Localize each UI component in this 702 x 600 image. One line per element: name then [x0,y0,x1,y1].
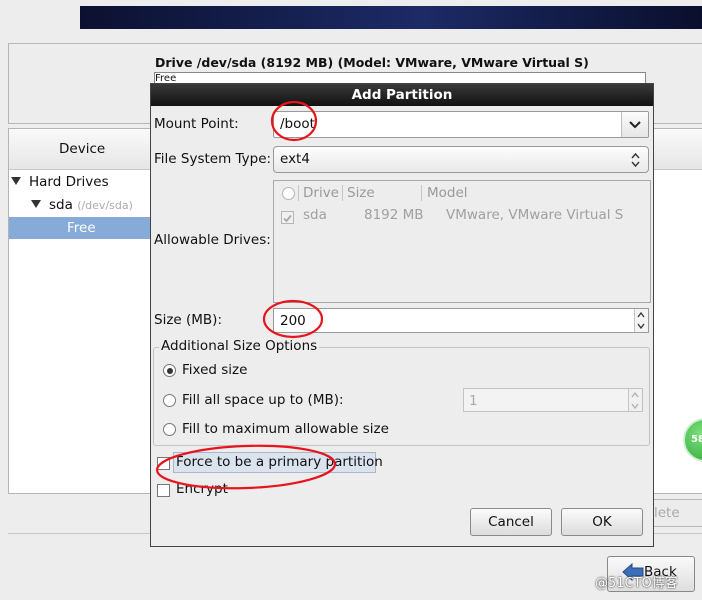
select-arrows-icon [631,152,640,168]
delete-button[interactable]: lete [652,499,702,527]
size-stepper[interactable] [634,309,648,332]
increment-icon[interactable] [637,312,645,318]
cancel-button[interactable]: Cancel [470,508,552,536]
tree-item-hard-drives[interactable]: Hard Drives [11,171,109,193]
drive-name: sda [303,207,327,223]
mount-point-value: /boot [280,116,315,132]
size-spinbox[interactable]: 200 [273,308,649,333]
decrement-icon[interactable] [637,323,645,329]
checkmark-icon [283,214,292,223]
top-banner [80,6,702,29]
fixed-size-label[interactable]: Fixed size [182,362,247,378]
size-value: 200 [280,313,306,329]
size-options-legend: Additional Size Options [159,338,320,354]
drive-checkbox[interactable] [281,211,294,224]
dialog-title: Add Partition [151,84,653,106]
file-system-type-label: File System Type: [154,151,272,167]
force-primary-label[interactable]: Force to be a primary partition [176,454,383,470]
chevron-down-icon[interactable] [621,112,648,137]
fill-max-radio[interactable] [163,423,176,436]
tree-item-sda[interactable]: sda (/dev/sda) [31,194,133,216]
drive-size: 8192 MB [364,207,424,223]
expander-down-icon[interactable] [11,177,21,185]
fill-up-to-spinbox[interactable]: 1 [463,388,643,412]
allowable-drives-table[interactable]: Drive Size Model sda 8192 MB VMware, VMw… [273,180,651,303]
column-header-drive[interactable]: Drive [303,181,339,205]
force-primary-checkbox[interactable] [157,457,170,470]
drive-title: Drive /dev/sda (8192 MB) (Model: VMware,… [155,55,589,70]
file-system-type-value: ext4 [280,151,310,167]
allowable-drives-label: Allowable Drives: [154,232,271,248]
fill-up-to-value: 1 [469,393,478,409]
mount-point-combo[interactable]: /boot [273,111,649,138]
ok-button[interactable]: OK [561,508,643,536]
watermark: @51CTO博客 [595,576,678,591]
tree-item-free[interactable]: Free [9,217,152,239]
fill-up-to-label[interactable]: Fill all space up to (MB): [182,392,344,408]
encrypt-checkbox[interactable] [157,484,170,497]
fill-up-to-radio[interactable] [163,394,176,407]
fill-up-to-stepper[interactable] [628,389,642,411]
column-header[interactable] [653,129,702,170]
column-header-model[interactable]: Model [427,181,468,205]
device-column-header[interactable]: Device [9,129,152,170]
decrement-icon[interactable] [631,403,639,409]
expander-down-icon[interactable] [31,200,41,208]
column-header-size[interactable]: Size [347,181,375,205]
encrypt-label[interactable]: Encrypt [176,481,228,497]
fixed-size-radio[interactable] [163,364,176,377]
file-system-type-select[interactable]: ext4 [273,146,649,173]
tree-item-sda-path: (/dev/sda) [77,199,133,212]
size-label: Size (MB): [154,312,222,328]
drive-model: VMware, VMware Virtual S [446,207,624,223]
column-select-radio [282,187,295,200]
increment-icon[interactable] [631,392,639,398]
mount-point-label: Mount Point: [154,116,239,132]
fill-max-label[interactable]: Fill to maximum allowable size [182,421,389,437]
